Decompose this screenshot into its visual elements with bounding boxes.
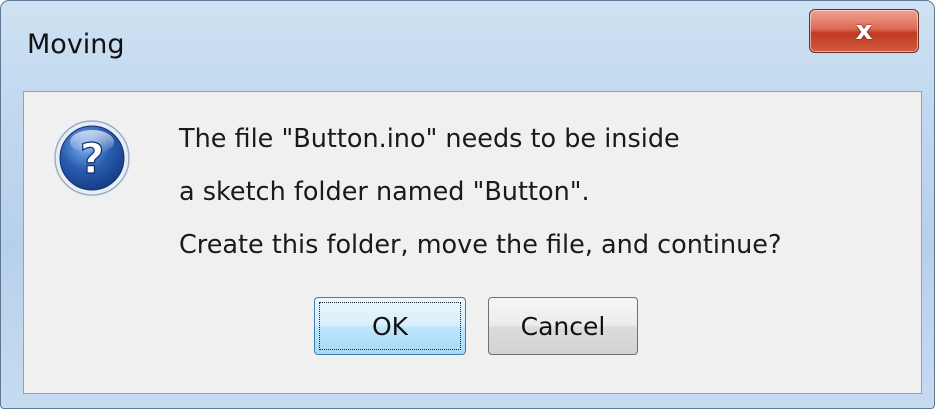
message-line-2: a sketch folder named "Button". [179,177,590,207]
close-icon: x [855,16,873,46]
window-title: Moving [27,29,125,60]
cancel-button-label: Cancel [520,311,606,341]
message-line-3: Create this folder, move the file, and c… [179,230,782,260]
dialog-window: Moving x ? The file "Button.ino" needs t… [0,0,935,409]
title-bar[interactable]: Moving x [1,1,934,91]
close-button[interactable]: x [809,9,919,53]
ok-button[interactable]: OK [314,297,466,355]
svg-text:?: ? [80,134,104,183]
question-icon: ? [54,120,130,196]
message-line-1: The file "Button.ino" needs to be inside [179,124,680,154]
cancel-button[interactable]: Cancel [488,297,638,355]
ok-button-label: OK [371,311,409,341]
dialog-body: ? The file "Button.ino" needs to be insi… [23,91,922,394]
